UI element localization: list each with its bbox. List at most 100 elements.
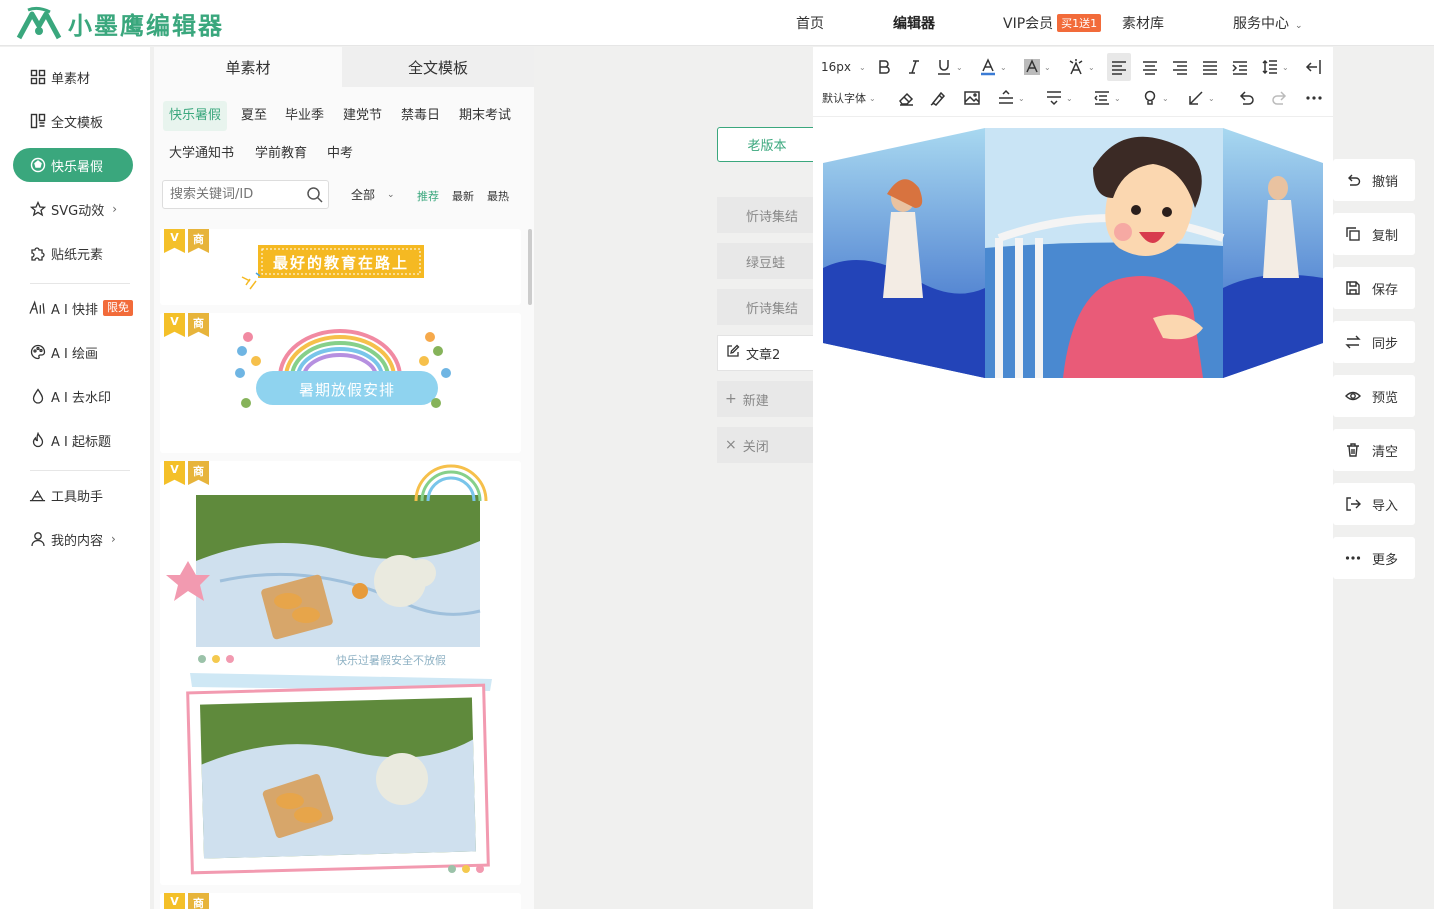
category-final-exam[interactable]: 期末考试 [453, 101, 517, 131]
category-summer-solstice[interactable]: 夏至 [235, 101, 273, 131]
sidebar-item-ai-draw[interactable]: A I 绘画 [13, 335, 133, 369]
align-right-button[interactable] [1171, 53, 1189, 81]
article-item[interactable]: 绿豆蛙 [717, 243, 813, 279]
category-party-day[interactable]: 建党节 [337, 101, 388, 131]
insert-image-button[interactable] [963, 84, 981, 112]
nav-service[interactable]: 服务中心 ⌄ [1233, 13, 1303, 33]
sidebar-item-label: SVG动效 [51, 203, 105, 219]
sidebar-item-svg-effects[interactable]: SVG动效 › [13, 192, 133, 226]
new-article-button[interactable]: + 新建 [717, 381, 813, 417]
tab-single-material[interactable]: 单素材 [154, 47, 342, 87]
nav-editor[interactable]: 编辑器 [893, 13, 935, 33]
sidebar-item-stickers[interactable]: 贴纸元素 [13, 236, 133, 270]
article-item[interactable]: 忻诗集结 [717, 197, 813, 233]
nav-vip[interactable]: VIP会员 买1送1 [1003, 13, 1102, 33]
text-effect-button[interactable]: ⌄ [1067, 53, 1095, 81]
drop-icon [29, 388, 46, 405]
import-action-button[interactable]: 导入 [1333, 483, 1415, 525]
sidebar-item-summer[interactable]: 快乐暑假 [13, 148, 133, 182]
commercial-badge: 商 [188, 893, 209, 909]
redo-button[interactable] [1271, 84, 1289, 112]
chevron-down-icon: ⌄ [1114, 93, 1121, 103]
category-summer[interactable]: 快乐暑假 [163, 101, 228, 131]
import-icon [1344, 495, 1362, 513]
undo-action-button[interactable]: 撤销 [1333, 159, 1415, 201]
tab-full-template[interactable]: 全文模板 [342, 47, 534, 87]
category-high-school-exam[interactable]: 中考 [321, 139, 359, 169]
sort-recommended[interactable]: 推荐 [417, 188, 439, 204]
editor-content-image[interactable] [823, 128, 1323, 378]
close-article-button[interactable]: × 关闭 [717, 427, 813, 463]
sidebar-item-tools[interactable]: 工具助手 [13, 478, 133, 512]
material-card[interactable]: V 商 快乐过暑假安全不放假 [160, 461, 521, 885]
line-height-button[interactable]: ⌄ [1261, 53, 1289, 81]
align-right-icon [1173, 61, 1187, 75]
article-item-current[interactable]: 文章2 [717, 335, 813, 371]
exit-fullscreen-button[interactable] [1305, 53, 1323, 81]
new-label: 新建 [742, 393, 769, 409]
underline-icon [938, 60, 950, 75]
eye-icon [1344, 387, 1362, 405]
more-action-button[interactable]: 更多 [1333, 537, 1415, 579]
sidebar-item-single-material[interactable]: 单素材 [13, 60, 133, 94]
logo-icon[interactable] [16, 6, 62, 40]
nav-home[interactable]: 首页 [796, 13, 824, 33]
preview-action-button[interactable]: 预览 [1333, 375, 1415, 417]
sidebar-item-full-template[interactable]: 全文模板 [13, 104, 133, 138]
card-title: 暑期放假安排 [298, 381, 395, 399]
search-icon[interactable] [306, 186, 324, 204]
font-color-button[interactable]: ⌄ [979, 53, 1007, 81]
material-card[interactable]: V 商 暑期放假安排 [160, 313, 521, 453]
clear-action-button[interactable]: 清空 [1333, 429, 1415, 471]
indent-button[interactable] [1231, 53, 1249, 81]
nav-library[interactable]: 素材库 [1122, 13, 1164, 33]
sync-action-button[interactable]: 同步 [1333, 321, 1415, 363]
more-tools-button[interactable] [1305, 84, 1323, 112]
format-painter-button[interactable] [929, 84, 947, 112]
panel-scrollbar[interactable] [528, 229, 532, 305]
line-spacing-button[interactable]: ⌄ [1045, 84, 1073, 112]
font-size-select[interactable]: 16px ⌄ [821, 53, 866, 81]
font-family-select[interactable]: 默认字体 ⌄ [822, 84, 876, 112]
chevron-down-icon: ⌄ [1018, 93, 1025, 103]
category-graduation[interactable]: 毕业季 [279, 101, 330, 131]
bulb-icon [1144, 90, 1156, 105]
logo-text[interactable]: 小墨鹰编辑器 [68, 6, 224, 41]
justify-button[interactable] [1201, 53, 1219, 81]
letter-spacing-button[interactable]: ⌄ [1093, 84, 1121, 112]
editor-area[interactable]: 16px ⌄ ⌄ ⌄ ⌄ ⌄ ⌄ 默认字体 ⌄ ⌄ ⌄ ⌄ ⌄ ⌄ [813, 47, 1333, 909]
italic-button[interactable] [905, 53, 923, 81]
sidebar-item-label: 我的内容 [51, 533, 104, 549]
search-input[interactable] [162, 180, 329, 209]
category-admission-letter[interactable]: 大学通知书 [163, 139, 240, 169]
background-color-button[interactable]: ⌄ [1023, 53, 1051, 81]
article-item[interactable]: 忻诗集结 [717, 289, 813, 325]
bulb-button[interactable]: ⌄ [1141, 84, 1169, 112]
copy-action-button[interactable]: 复制 [1333, 213, 1415, 255]
category-preschool[interactable]: 学前教育 [249, 139, 313, 169]
sidebar-item-ai-title[interactable]: A I 起标题 [13, 423, 133, 457]
chevron-right-icon: › [112, 202, 118, 216]
undo-button[interactable] [1237, 84, 1255, 112]
sort-newest[interactable]: 最新 [452, 188, 474, 204]
category-anti-drug[interactable]: 禁毒日 [395, 101, 446, 131]
save-action-button[interactable]: 保存 [1333, 267, 1415, 309]
clear-format-button[interactable] [897, 84, 915, 112]
align-left-button[interactable] [1107, 53, 1131, 81]
old-version-button[interactable]: 老版本 [717, 127, 817, 162]
underline-button[interactable]: ⌄ [935, 53, 963, 81]
sidebar-item-ai-layout[interactable]: A I 快排 限免 [13, 291, 133, 325]
paragraph-spacing-button[interactable]: ⌄ [997, 84, 1025, 112]
material-card[interactable]: V 商 最好的教育在路上 [160, 229, 521, 305]
close-label: 关闭 [742, 439, 769, 455]
card-caption: 快乐过暑假安全不放假 [336, 654, 446, 667]
material-card[interactable]: V 商 [160, 893, 521, 909]
nav-vip-label: VIP会员 [1003, 16, 1054, 32]
bold-button[interactable] [875, 53, 893, 81]
filter-select[interactable]: 全部 ⌄ [344, 180, 404, 209]
align-center-button[interactable] [1141, 53, 1159, 81]
sidebar-item-ai-watermark[interactable]: A I 去水印 [13, 379, 133, 413]
arrow-button[interactable]: ⌄ [1187, 84, 1215, 112]
sidebar-item-my-content[interactable]: 我的内容 › [13, 522, 133, 556]
sort-hottest[interactable]: 最热 [487, 188, 509, 204]
